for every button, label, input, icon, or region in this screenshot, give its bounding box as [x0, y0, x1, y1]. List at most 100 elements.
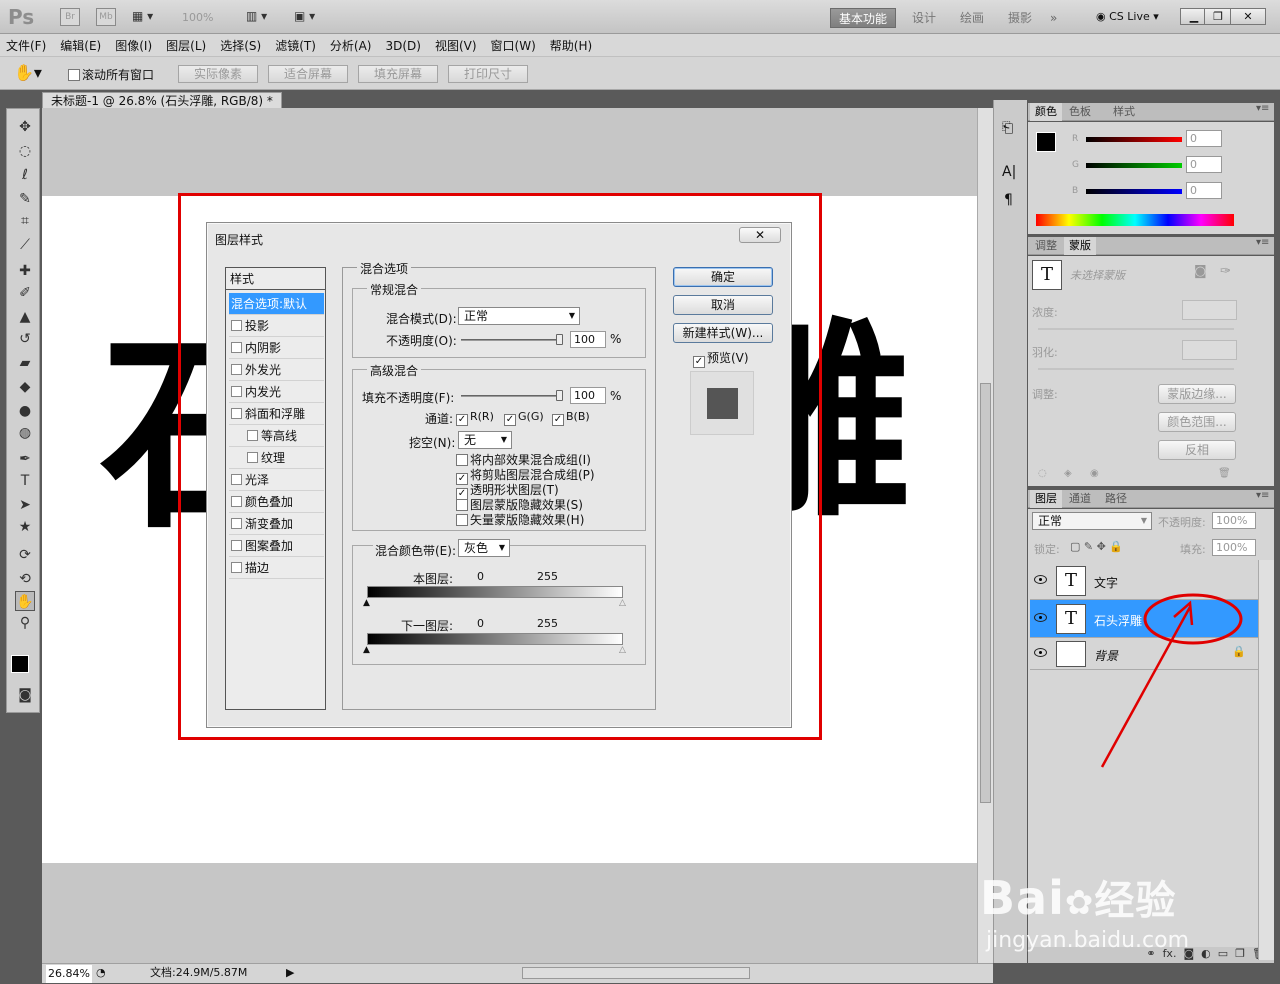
panel-menu-icon[interactable]: ▾≡ — [1256, 237, 1269, 248]
checkbox-icon[interactable] — [231, 320, 242, 331]
channel-r-checkbox[interactable]: ✓ R(R) — [456, 410, 494, 426]
tab-color[interactable]: 颜色 — [1030, 103, 1062, 121]
foreground-color-swatch[interactable] — [11, 655, 29, 673]
checkbox-icon[interactable] — [247, 430, 258, 441]
view-extras-dropdown[interactable]: ▦ ▾ — [132, 9, 162, 25]
fill-opacity-slider[interactable] — [461, 395, 561, 397]
color-range-button[interactable]: 颜色范围... — [1158, 412, 1236, 432]
menu-layer[interactable]: 图层(L) — [160, 34, 214, 54]
trash-icon[interactable]: 🗑 — [1218, 468, 1231, 479]
this-layer-white-slider-icon[interactable]: △ — [619, 598, 626, 608]
vertical-scrollbar[interactable] — [977, 108, 993, 963]
option-vector-mask-hides[interactable]: 矢量蒙版隐藏效果(H) — [456, 511, 584, 528]
style-drop-shadow[interactable]: 投影 — [229, 315, 324, 337]
zoom-field[interactable]: 26.84% — [46, 965, 92, 983]
quick-mask-icon[interactable]: ◙ — [15, 685, 35, 705]
checkbox-icon[interactable] — [231, 518, 242, 529]
checkbox-icon[interactable] — [231, 364, 242, 375]
eraser-tool-icon[interactable]: ▰ — [15, 353, 35, 373]
visibility-eye-icon[interactable] — [1034, 613, 1047, 622]
visibility-eye-icon[interactable] — [1034, 575, 1047, 584]
close-icon[interactable]: ✕ — [1230, 8, 1266, 25]
vector-mask-icon[interactable]: ✑ — [1220, 264, 1231, 279]
b-input[interactable]: 0 — [1186, 182, 1222, 199]
checkbox-icon[interactable] — [231, 342, 242, 353]
r-input[interactable]: 0 — [1186, 130, 1222, 147]
layer-blend-mode-select[interactable]: 正常 ▼ — [1032, 512, 1152, 530]
underlying-layer-gradient[interactable] — [367, 633, 623, 645]
checkbox-icon[interactable] — [231, 496, 242, 507]
workspace-painting[interactable]: 绘画 — [960, 8, 984, 28]
menu-filter[interactable]: 滤镜(T) — [269, 34, 324, 54]
g-slider[interactable] — [1086, 163, 1182, 168]
style-satin[interactable]: 光泽 — [229, 469, 324, 491]
zoom-level-dropdown[interactable]: 100% — [182, 11, 213, 24]
mask-edge-button[interactable]: 蒙版边缘... — [1158, 384, 1236, 404]
checkbox-icon[interactable] — [231, 540, 242, 551]
channel-b-checkbox[interactable]: ✓ B(B) — [552, 410, 590, 426]
dodge-tool-icon[interactable]: ◍ — [15, 423, 35, 443]
lasso-tool-icon[interactable]: ℓ — [15, 165, 35, 185]
checkbox-icon[interactable] — [231, 408, 242, 419]
fill-opacity-slider-thumb[interactable] — [556, 390, 563, 401]
tab-adjustments[interactable]: 调整 — [1030, 237, 1062, 255]
checkbox-icon[interactable] — [231, 562, 242, 573]
fg-color-chip[interactable] — [1036, 132, 1056, 152]
channel-g-checkbox[interactable]: ✓ G(G) — [504, 410, 544, 426]
3d-orbit-tool-icon[interactable]: ⟲ — [15, 569, 35, 589]
panel-menu-icon[interactable]: ▾≡ — [1256, 490, 1269, 501]
style-inner-shadow[interactable]: 内阴影 — [229, 337, 324, 359]
b-slider[interactable] — [1086, 189, 1182, 194]
style-gradient-overlay[interactable]: 渐变叠加 — [229, 513, 324, 535]
panel-menu-icon[interactable]: ▾≡ — [1256, 103, 1269, 114]
tab-masks[interactable]: 蒙版 — [1064, 237, 1096, 255]
menu-view[interactable]: 视图(V) — [429, 34, 485, 54]
preview-checkbox[interactable]: ✓ 预览(V) — [693, 349, 749, 368]
style-contour[interactable]: 等高线 — [229, 425, 324, 447]
workspace-essentials[interactable]: 基本功能 — [830, 8, 897, 28]
disable-mask-icon[interactable]: ◉ — [1090, 468, 1099, 479]
mini-bridge-button[interactable]: Mb — [96, 8, 116, 26]
style-color-overlay[interactable]: 颜色叠加 — [229, 491, 324, 513]
layer-opacity-input[interactable]: 100% — [1212, 512, 1256, 529]
history-panel-icon[interactable]: ⎗ — [1002, 120, 1013, 136]
history-brush-tool-icon[interactable]: ↺ — [15, 329, 35, 349]
healing-brush-tool-icon[interactable]: ✚ — [15, 261, 35, 281]
tab-layers[interactable]: 图层 — [1030, 490, 1062, 508]
visibility-eye-icon[interactable] — [1034, 648, 1047, 657]
print-size-button[interactable]: 打印尺寸 — [448, 65, 528, 83]
arrange-documents-dropdown[interactable]: ▥ ▾ — [246, 9, 267, 23]
g-input[interactable]: 0 — [1186, 156, 1222, 173]
scroll-all-windows-checkbox[interactable]: 滚动所有窗口 — [68, 66, 154, 83]
paragraph-panel-icon[interactable]: ¶ — [1004, 192, 1013, 208]
fill-screen-button[interactable]: 填充屏幕 — [358, 65, 438, 83]
pen-tool-icon[interactable]: ✒ — [15, 449, 35, 469]
menu-window[interactable]: 窗口(W) — [485, 34, 544, 54]
apply-mask-icon[interactable]: ◈ — [1064, 468, 1072, 479]
layers-scrollbar[interactable] — [1258, 560, 1274, 960]
menu-select[interactable]: 选择(S) — [214, 34, 269, 54]
more-workspaces-icon[interactable]: » — [1050, 8, 1057, 28]
dialog-close-icon[interactable]: ✕ — [739, 227, 781, 243]
restore-icon[interactable]: ❐ — [1204, 8, 1232, 25]
this-layer-gradient[interactable] — [367, 586, 623, 598]
menu-file[interactable]: 文件(F) — [0, 34, 54, 54]
fit-screen-button[interactable]: 适合屏幕 — [268, 65, 348, 83]
menu-analysis[interactable]: 分析(A) — [324, 34, 380, 54]
style-bevel-emboss[interactable]: 斜面和浮雕 — [229, 403, 324, 425]
style-pattern-overlay[interactable]: 图案叠加 — [229, 535, 324, 557]
character-panel-icon[interactable]: A| — [1002, 164, 1016, 180]
bridge-button[interactable]: Br — [60, 8, 80, 26]
checkbox-icon[interactable] — [231, 386, 242, 397]
new-group-icon[interactable]: ▭ — [1218, 947, 1228, 960]
style-inner-glow[interactable]: 内发光 — [229, 381, 324, 403]
hand-tool-preset-icon[interactable]: ✋▾ — [14, 63, 42, 82]
opacity-input[interactable]: 100 — [570, 331, 606, 348]
feather-slider[interactable] — [1038, 368, 1234, 370]
menu-3d[interactable]: 3D(D) — [379, 36, 428, 53]
move-tool-icon[interactable]: ✥ — [15, 117, 35, 137]
fill-opacity-input[interactable]: 100 — [570, 387, 606, 404]
pixel-mask-icon[interactable]: ◙ — [1194, 264, 1207, 279]
fill-input[interactable]: 100% — [1212, 539, 1256, 556]
zoom-tool-icon[interactable]: ⚲ — [15, 613, 35, 633]
